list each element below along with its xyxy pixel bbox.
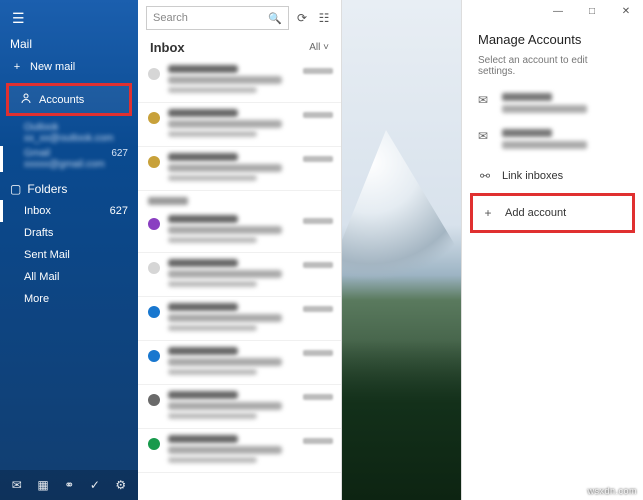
sidebar-account-1[interactable]: Outlookxx_xx@outlook.com [0, 120, 138, 146]
mail-app: ☰ Mail + New mail Accounts Outlookxx_xx@… [0, 0, 643, 500]
message-preview [168, 303, 295, 334]
message-item[interactable] [138, 59, 341, 103]
mail-icon: ✉ [478, 93, 492, 107]
message-date [303, 394, 333, 400]
message-date [303, 218, 333, 224]
account-name: Outlookxx_xx@outlook.com [24, 122, 114, 144]
message-date [303, 438, 333, 444]
mail-icon: ✉ [478, 129, 492, 143]
folders-header[interactable]: ▢ Folders [0, 172, 138, 200]
filter-dropdown[interactable]: All ˅ [309, 42, 329, 53]
bottom-bar: ✉ ▦ ⚭ ✓ ⚙ [0, 470, 138, 500]
close-button[interactable]: ✕ [609, 0, 643, 22]
message-preview [168, 259, 295, 290]
message-item[interactable] [138, 385, 341, 429]
search-row: Search 🔍 ⟳ ☷ [138, 0, 341, 34]
mail-icon[interactable]: ✉ [12, 478, 22, 492]
list-title: Inbox [150, 40, 185, 55]
calendar-icon[interactable]: ▦ [37, 478, 48, 492]
manage-accounts-pane: Manage Accounts Select an account to edi… [461, 0, 643, 500]
maximize-button[interactable]: □ [575, 0, 609, 22]
folder-icon: ▢ [10, 182, 21, 196]
todo-icon[interactable]: ✓ [90, 478, 100, 492]
plus-icon: + [10, 61, 24, 73]
folder-count: 627 [110, 205, 128, 217]
message-date [303, 262, 333, 268]
sidebar: ☰ Mail + New mail Accounts Outlookxx_xx@… [0, 0, 138, 500]
folder-allmail[interactable]: All Mail [0, 266, 138, 288]
message-item[interactable] [138, 147, 341, 191]
list-section-divider [148, 197, 188, 205]
avatar-dot [148, 438, 160, 450]
link-icon: ⚯ [478, 169, 492, 183]
list-header: Inbox All ˅ [138, 34, 341, 59]
avatar-dot [148, 112, 160, 124]
sync-icon[interactable]: ⟳ [293, 11, 311, 25]
add-account-label: Add account [505, 207, 566, 219]
search-input[interactable]: Search 🔍 [146, 6, 289, 30]
avatar-dot [148, 394, 160, 406]
plus-icon: + [481, 206, 495, 220]
message-preview [168, 435, 295, 466]
message-item[interactable] [138, 297, 341, 341]
avatar-dot [148, 306, 160, 318]
minimize-button[interactable]: — [541, 0, 575, 22]
avatar-dot [148, 156, 160, 168]
message-preview [168, 153, 295, 184]
folder-more[interactable]: More [0, 288, 138, 310]
link-inboxes-label: Link inboxes [502, 170, 563, 182]
message-date [303, 68, 333, 74]
message-list-pane: Search 🔍 ⟳ ☷ Inbox All ˅ [138, 0, 342, 500]
account-item-2[interactable]: ✉ [470, 123, 635, 159]
people-icon[interactable]: ⚭ [64, 478, 74, 492]
search-icon: 🔍 [268, 12, 282, 25]
message-item[interactable] [138, 103, 341, 147]
manage-accounts-title: Manage Accounts [462, 28, 643, 55]
accounts-nav[interactable]: Accounts [6, 83, 132, 116]
avatar-dot [148, 218, 160, 230]
manage-accounts-hint: Select an account to edit settings. [462, 55, 643, 87]
settings-icon[interactable]: ⚙ [115, 478, 126, 492]
account-item-1[interactable]: ✉ [470, 87, 635, 123]
message-preview [168, 65, 295, 96]
sidebar-account-2[interactable]: Gmailxxxxx@gmail.com 627 [0, 146, 138, 172]
message-item[interactable] [138, 429, 341, 473]
message-item[interactable] [138, 253, 341, 297]
message-preview [168, 215, 295, 246]
message-item[interactable] [138, 341, 341, 385]
folder-inbox[interactable]: Inbox 627 [0, 200, 138, 222]
avatar-dot [148, 68, 160, 80]
filter-icon[interactable]: ☷ [315, 11, 333, 25]
hamburger-button[interactable]: ☰ [0, 0, 138, 37]
person-icon [19, 92, 33, 107]
folder-sent[interactable]: Sent Mail [0, 244, 138, 266]
message-date [303, 156, 333, 162]
link-inboxes-button[interactable]: ⚯ Link inboxes [470, 159, 635, 193]
message-item[interactable] [138, 209, 341, 253]
window-controls: — □ ✕ [463, 0, 643, 22]
new-mail-button[interactable]: + New mail [0, 55, 138, 79]
message-date [303, 306, 333, 312]
search-placeholder: Search [153, 12, 188, 24]
message-date [303, 350, 333, 356]
message-list[interactable] [138, 59, 341, 500]
message-preview [168, 391, 295, 422]
avatar-dot [148, 262, 160, 274]
folders-label: Folders [27, 182, 67, 196]
folder-label: Inbox [24, 205, 51, 217]
watermark: wsxdn.com [587, 486, 637, 496]
account-badge: 627 [111, 148, 128, 170]
accounts-label: Accounts [39, 94, 119, 106]
message-preview [168, 109, 295, 140]
avatar-dot [148, 350, 160, 362]
folder-drafts[interactable]: Drafts [0, 222, 138, 244]
add-account-button[interactable]: + Add account [470, 193, 635, 233]
message-preview [168, 347, 295, 378]
account-name: Gmailxxxxx@gmail.com [24, 148, 105, 170]
app-title: Mail [0, 37, 138, 55]
message-date [303, 112, 333, 118]
new-mail-label: New mail [30, 61, 128, 73]
